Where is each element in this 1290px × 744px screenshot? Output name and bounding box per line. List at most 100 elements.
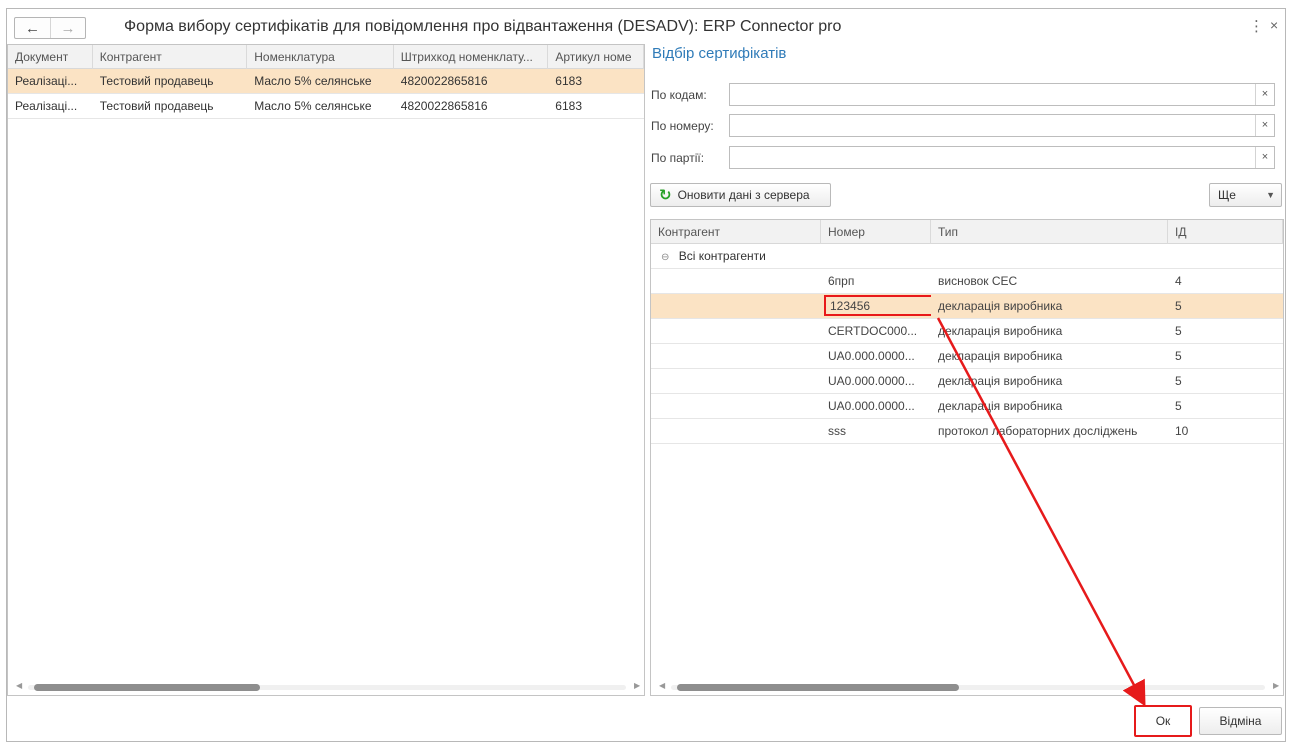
- back-button[interactable]: ←: [15, 18, 50, 38]
- cell-counterparty: [651, 394, 821, 418]
- table-row[interactable]: UA0.000.0000... декларація виробника 5: [651, 369, 1283, 394]
- filter-by-number: По номеру: ×: [651, 114, 1281, 138]
- scroll-right-icon[interactable]: ▶: [634, 681, 640, 690]
- documents-table-header: Документ Контрагент Номенклатура Штрихко…: [8, 45, 644, 69]
- column-header-article[interactable]: Артикул номе: [548, 45, 644, 69]
- clear-icon[interactable]: ×: [1255, 84, 1274, 105]
- filter-by-codes-input[interactable]: [729, 83, 1275, 106]
- column-header-document[interactable]: Документ: [8, 45, 93, 69]
- table-row[interactable]: 123456 декларація виробника 5: [651, 294, 1283, 319]
- window-title: Форма вибору сертифікатів для повідомлен…: [124, 18, 842, 35]
- scroll-right-icon[interactable]: ▶: [1273, 681, 1279, 690]
- cell-number: CERTDOC000...: [828, 324, 918, 338]
- cell-nomenclature: Масло 5% селянське: [254, 74, 372, 88]
- cell-id: 5: [1175, 324, 1182, 338]
- table-row[interactable]: 6прп висновок СЕС 4: [651, 269, 1283, 294]
- cell-counterparty: Тестовий продавець: [99, 74, 214, 88]
- cell-document: Реалізаці...: [15, 74, 78, 88]
- scroll-left-icon[interactable]: ◀: [659, 681, 665, 690]
- column-header-barcode[interactable]: Штрихкод номенклату...: [394, 45, 549, 69]
- ok-button[interactable]: Ок: [1134, 705, 1192, 737]
- cell-article: 6183: [555, 74, 582, 88]
- certificates-table-header: Контрагент Номер Тип ІД: [651, 220, 1283, 244]
- cell-number: 6прп: [828, 274, 855, 288]
- cell-id: 5: [1175, 349, 1182, 363]
- group-row-all-counterparties[interactable]: ⊖ Всі контрагенти: [651, 244, 1283, 269]
- highlighted-number: 123456: [824, 295, 931, 316]
- collapse-icon[interactable]: ⊖: [661, 252, 669, 263]
- cell-type: протокол лабораторних досліджень: [938, 424, 1138, 438]
- filter-by-number-input[interactable]: [729, 114, 1275, 137]
- cell-id: 5: [1175, 399, 1182, 413]
- cell-counterparty: [651, 369, 821, 393]
- scroll-thumb[interactable]: [34, 684, 260, 691]
- column-header-counterparty[interactable]: Контрагент: [651, 220, 821, 244]
- cell-id: 5: [1175, 374, 1182, 388]
- cell-nomenclature: Масло 5% селянське: [254, 99, 372, 113]
- clear-icon[interactable]: ×: [1255, 115, 1274, 136]
- column-header-counterparty[interactable]: Контрагент: [93, 45, 248, 69]
- cell-counterparty: [651, 269, 821, 293]
- cell-number: UA0.000.0000...: [828, 374, 915, 388]
- cell-counterparty: [651, 294, 821, 318]
- cell-barcode: 4820022865816: [400, 74, 488, 88]
- column-header-number[interactable]: Номер: [821, 220, 931, 244]
- refresh-from-server-button[interactable]: ↻ Оновити дані з сервера: [650, 183, 831, 207]
- cell-number: UA0.000.0000...: [828, 399, 915, 413]
- filter-by-codes-label: По кодам:: [651, 88, 707, 102]
- cell-id: 5: [1175, 299, 1182, 313]
- cell-counterparty: [651, 344, 821, 368]
- filter-by-batch-input[interactable]: [729, 146, 1275, 169]
- back-arrow-icon: ←: [24, 19, 40, 37]
- filter-by-batch-label: По партії:: [651, 151, 705, 165]
- cell-type: декларація виробника: [938, 324, 1063, 338]
- clear-icon[interactable]: ×: [1255, 147, 1274, 168]
- certificates-table: Контрагент Номер Тип ІД ⊖ Всі контрагент…: [650, 219, 1284, 696]
- column-header-id[interactable]: ІД: [1168, 220, 1283, 244]
- cell-counterparty: [651, 419, 821, 443]
- table-row[interactable]: CERTDOC000... декларація виробника 5: [651, 319, 1283, 344]
- forward-arrow-icon: →: [60, 19, 76, 37]
- cell-counterparty: [651, 319, 821, 343]
- cell-type: висновок СЕС: [938, 274, 1018, 288]
- scroll-left-icon[interactable]: ◀: [16, 681, 22, 690]
- filter-by-codes: По кодам: ×: [651, 83, 1281, 107]
- scroll-thumb[interactable]: [677, 684, 959, 691]
- cell-number: sss: [828, 424, 846, 438]
- title-bar: ← → Форма вибору сертифікатів для повідо…: [7, 9, 1285, 45]
- forward-button[interactable]: →: [49, 18, 85, 38]
- cell-type: декларація виробника: [938, 299, 1063, 313]
- table-row[interactable]: Реалізаці... Тестовий продавець Масло 5%…: [8, 69, 644, 94]
- more-menu-icon[interactable]: ⋮: [1249, 17, 1264, 35]
- navigation-buttons: ← →: [14, 17, 86, 39]
- cell-article: 6183: [555, 99, 582, 113]
- close-icon[interactable]: ×: [1270, 17, 1278, 33]
- cell-barcode: 4820022865816: [400, 99, 488, 113]
- filter-by-batch: По партії: ×: [651, 146, 1281, 170]
- cell-id: 4: [1175, 274, 1182, 288]
- cell-counterparty: Тестовий продавець: [99, 99, 214, 113]
- more-button-label: Ще: [1218, 188, 1236, 202]
- documents-horizontal-scrollbar[interactable]: ◀ ▶: [8, 679, 644, 695]
- cell-type: декларація виробника: [938, 399, 1063, 413]
- group-label: Всі контрагенти: [678, 249, 766, 263]
- table-row[interactable]: UA0.000.0000... декларація виробника 5: [651, 344, 1283, 369]
- certificates-horizontal-scrollbar[interactable]: ◀ ▶: [651, 679, 1283, 695]
- certificate-filter-title: Відбір сертифікатів: [652, 45, 787, 62]
- refresh-icon: ↻: [659, 187, 672, 204]
- cell-number: 123456: [821, 294, 931, 318]
- cell-number: UA0.000.0000...: [828, 349, 915, 363]
- cancel-button[interactable]: Відміна: [1199, 707, 1282, 735]
- cell-id: 10: [1175, 424, 1189, 438]
- column-header-nomenclature[interactable]: Номенклатура: [247, 45, 394, 69]
- cell-type: декларація виробника: [938, 374, 1063, 388]
- refresh-button-label: Оновити дані з сервера: [677, 188, 810, 202]
- table-row[interactable]: UA0.000.0000... декларація виробника 5: [651, 394, 1283, 419]
- column-header-type[interactable]: Тип: [931, 220, 1168, 244]
- chevron-down-icon: ▼: [1266, 190, 1275, 200]
- table-row[interactable]: Реалізаці... Тестовий продавець Масло 5%…: [8, 94, 644, 119]
- more-actions-button[interactable]: Ще ▼: [1209, 183, 1282, 207]
- filter-by-number-label: По номеру:: [651, 119, 714, 133]
- table-row[interactable]: sss протокол лабораторних досліджень 10: [651, 419, 1283, 444]
- documents-table: Документ Контрагент Номенклатура Штрихко…: [7, 44, 645, 696]
